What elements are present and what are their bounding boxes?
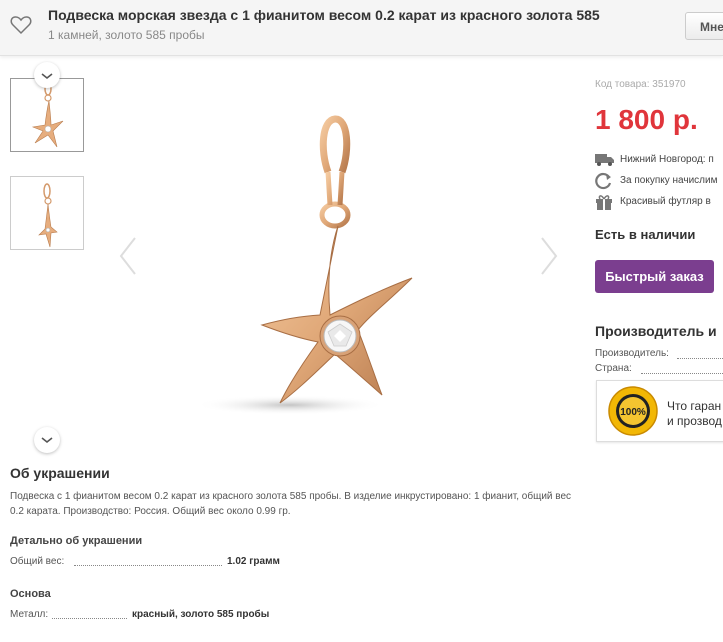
dotted-leader	[677, 358, 723, 359]
product-price: 1 800 р.	[595, 104, 698, 135]
chevron-up-icon	[41, 73, 53, 80]
gift-box-text: Красивый футляр в	[620, 196, 711, 207]
product-title: Подвеска морская звезда с 1 фианитом вес…	[48, 7, 600, 23]
heart-icon[interactable]	[10, 15, 32, 35]
country-row: Страна:	[595, 363, 723, 374]
gift-icon	[596, 195, 612, 210]
about-title: Об украшении	[10, 465, 110, 481]
chevron-down-icon	[41, 437, 53, 444]
country-label: Страна:	[595, 363, 632, 374]
product-header: Подвеска морская звезда с 1 фианитом вес…	[0, 0, 723, 56]
guarantee-line-1: Что гаран	[667, 399, 722, 413]
thumbnails-down-button[interactable]	[34, 427, 60, 453]
seal-text: 100%	[620, 407, 646, 418]
metal-label: Металл:	[10, 609, 49, 620]
details-title: Детально об украшении	[10, 535, 143, 547]
bonus-text: За покупку начислим	[620, 175, 718, 186]
dotted-leader	[641, 373, 723, 374]
metal-row: Металл: красный, золото 585 пробы	[10, 609, 269, 623]
weight-row: Общий вес: 1.02 грамм	[10, 556, 280, 570]
thumbnails-up-button[interactable]	[34, 62, 60, 88]
guarantee-banner[interactable]: 100% Что гаран и прозвод	[596, 380, 723, 442]
weight-label: Общий вес:	[10, 556, 65, 567]
starfish-pendant-front	[31, 82, 64, 148]
guarantee-line-2: и прозвод	[667, 414, 722, 428]
product-subtitle: 1 камней, золото 585 пробы	[48, 28, 205, 42]
stock-status: Есть в наличии	[595, 227, 696, 242]
thumbnail-side[interactable]	[10, 176, 84, 250]
metal-value: красный, золото 585 пробы	[132, 609, 270, 620]
producer-label: Производитель:	[595, 348, 669, 359]
about-text: Подвеска с 1 фианитом весом 0.2 карат из…	[10, 491, 572, 517]
producer-row: Производитель:	[595, 348, 723, 359]
chevron-left-icon[interactable]	[117, 236, 139, 276]
product-main-image	[195, 115, 413, 415]
product-sku: Код товара: 351970	[595, 79, 686, 90]
weight-value: 1.02 грамм	[227, 556, 280, 567]
truck-icon	[595, 154, 614, 166]
dotted-leader	[74, 565, 222, 566]
delivery-text: Нижний Новгород: п	[620, 154, 714, 165]
guarantee-seal-icon: 100%	[608, 386, 658, 436]
starfish-pendant-side	[38, 183, 58, 248]
dotted-leader	[52, 618, 127, 619]
menu-button[interactable]: Мне	[685, 12, 723, 40]
thumbnail-front[interactable]	[10, 78, 84, 152]
quick-order-button[interactable]: Быстрый заказ	[595, 260, 714, 293]
basis-title: Основа	[10, 588, 51, 600]
manufacturer-title: Производитель и	[595, 323, 717, 339]
chevron-right-icon[interactable]	[538, 236, 560, 276]
refresh-icon	[595, 172, 612, 190]
